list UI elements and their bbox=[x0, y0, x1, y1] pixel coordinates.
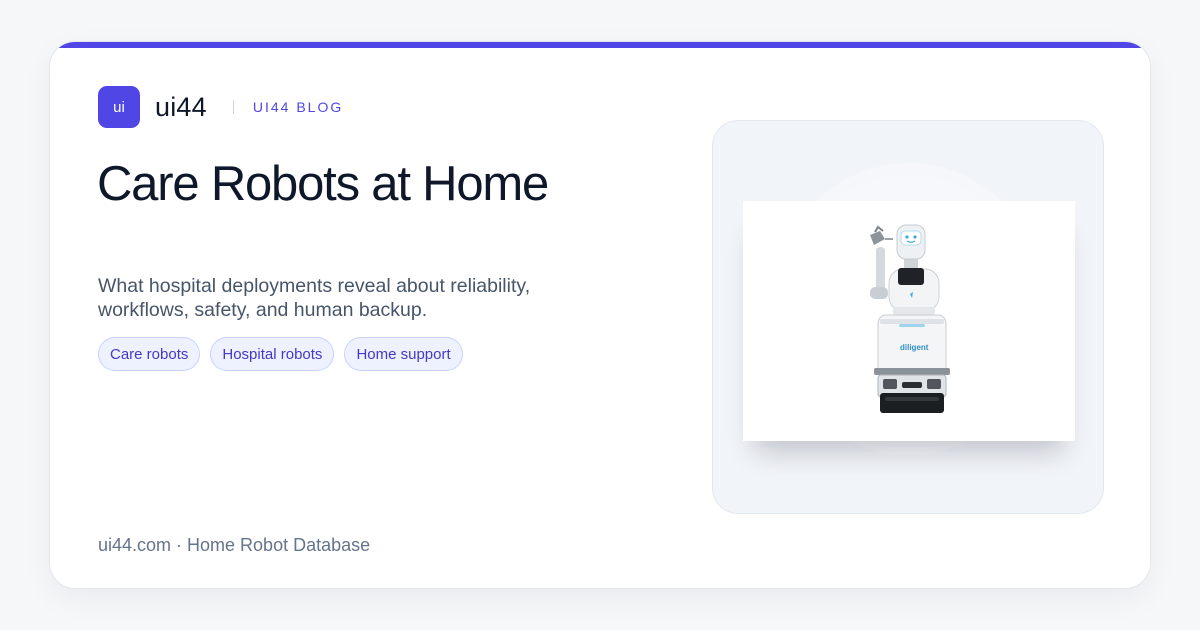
robot-elbow bbox=[870, 287, 888, 299]
tag-care-robots: Care robots bbox=[98, 337, 201, 371]
tag-home-support: Home support bbox=[344, 337, 463, 371]
tag-hospital-robots: Hospital robots bbox=[210, 337, 335, 371]
share-card: ui ui44 UI44 BLOG Care Robots at Home Wh… bbox=[49, 41, 1151, 589]
robot-wheel-base bbox=[880, 393, 944, 413]
robot-brand-logo: diligent bbox=[900, 343, 929, 352]
accent-bar bbox=[50, 42, 1150, 48]
robot-gripper bbox=[870, 231, 885, 245]
footer-source: ui44.com · Home Robot Database bbox=[98, 535, 371, 555]
article-title: Care Robots at Home bbox=[97, 157, 549, 211]
robot-chest-screen bbox=[898, 268, 924, 285]
brand-divider bbox=[232, 100, 234, 114]
brand-logo: ui bbox=[98, 86, 140, 128]
brand-header: ui ui44 UI44 BLOG bbox=[98, 86, 343, 128]
robot-illustration: diligent bbox=[870, 224, 950, 413]
brand-name: ui44 bbox=[155, 91, 207, 122]
hero-image-panel: diligent bbox=[712, 120, 1104, 514]
robot-photo: diligent bbox=[743, 201, 1075, 441]
tag-list: Care robots Hospital robots Home support bbox=[98, 337, 463, 371]
blog-label: UI44 BLOG bbox=[252, 99, 344, 115]
article-subtitle: What hospital deployments reveal about r… bbox=[98, 275, 531, 321]
